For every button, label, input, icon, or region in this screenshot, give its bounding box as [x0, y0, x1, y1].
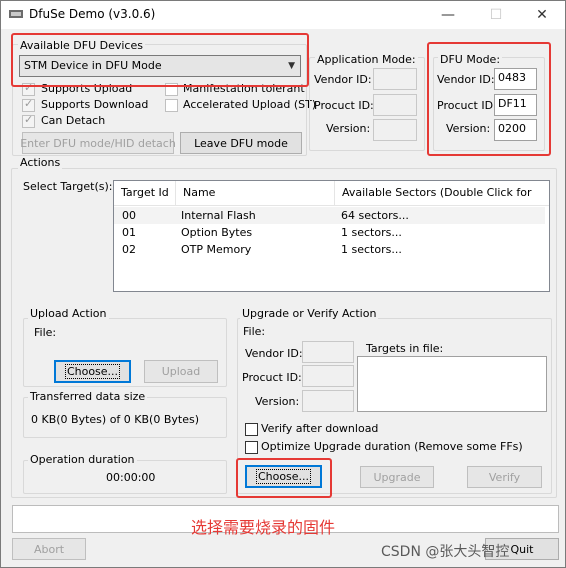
upgrade-vendor-id-label: Vendor ID: — [245, 347, 303, 360]
supports-upload-label: Supports Upload — [41, 82, 133, 95]
dfu-vendor-id-label: Vendor ID: — [437, 73, 495, 86]
upgrade-product-id-label: Procuct ID: — [242, 371, 302, 384]
supports-download-checkbox[interactable] — [22, 97, 35, 112]
application-mode-legend: Application Mode: — [315, 53, 418, 66]
accelerated-upload-label: Accelerated Upload (ST) — [183, 98, 317, 111]
device-select[interactable]: STM Device in DFU Mode ▼ — [19, 55, 301, 77]
upload-action-legend: Upload Action — [28, 307, 109, 320]
window-title: DfuSe Demo (v3.0.6) — [29, 7, 156, 21]
targets-list[interactable]: Target Id Name Available Sectors (Double… — [113, 180, 550, 292]
table-row[interactable]: 02 OTP Memory 1 sectors... — [114, 241, 545, 258]
actions-legend: Actions — [18, 156, 63, 169]
target-id-cell: 00 — [122, 209, 136, 222]
optimize-upgrade-label: Optimize Upgrade duration (Remove some F… — [261, 440, 523, 453]
upload-button[interactable]: Upload — [144, 360, 218, 383]
upgrade-version-label: Version: — [255, 395, 300, 408]
upload-file-label: File: — [34, 326, 57, 339]
dfu-product-id-field[interactable]: DF11 — [494, 94, 537, 116]
target-sectors-cell: 64 sectors... — [341, 209, 409, 222]
chevron-down-icon: ▼ — [288, 61, 295, 71]
operation-duration-legend: Operation duration — [28, 453, 137, 466]
target-sectors-cell: 1 sectors... — [341, 243, 402, 256]
abort-button[interactable]: Abort — [12, 538, 86, 560]
app-product-id-label: Procuct ID: — [314, 99, 374, 112]
target-id-cell: 01 — [122, 226, 136, 239]
table-row[interactable]: 00 Internal Flash 64 sectors... — [114, 207, 545, 224]
dfuse-window: DfuSe Demo (v3.0.6) — ☐ ✕ Available DFU … — [0, 0, 566, 568]
close-button[interactable]: ✕ — [519, 1, 565, 29]
app-vendor-id-label: Vendor ID: — [314, 73, 372, 86]
column-name[interactable]: Name — [176, 181, 335, 205]
device-select-value: STM Device in DFU Mode — [24, 59, 162, 72]
target-name-cell: Internal Flash — [181, 209, 256, 222]
verify-after-download-checkbox[interactable] — [245, 423, 258, 436]
upgrade-file-label: File: — [243, 325, 266, 338]
select-targets-label: Select Target(s): — [23, 180, 113, 193]
transferred-data-legend: Transferred data size — [28, 390, 148, 403]
optimize-upgrade-checkbox[interactable] — [245, 441, 258, 454]
upload-choose-label: Choose... — [64, 364, 121, 379]
app-vendor-id-field[interactable] — [373, 68, 417, 90]
can-detach-label: Can Detach — [41, 114, 106, 127]
accelerated-upload-checkbox[interactable] — [165, 99, 178, 112]
manifestation-tolerant-checkbox[interactable] — [165, 83, 178, 96]
target-id-cell: 02 — [122, 243, 136, 256]
manifestation-tolerant-label: Manifestation tolerant — [183, 82, 305, 95]
targets-in-file-list[interactable] — [357, 356, 547, 412]
annotation-text: 选择需要烧录的固件 — [191, 518, 336, 537]
dfu-mode-legend: DFU Mode: — [438, 53, 503, 66]
dfu-version-label: Version: — [446, 122, 491, 135]
upgrade-vendor-id-field[interactable] — [302, 341, 354, 363]
upgrade-button[interactable]: Upgrade — [360, 466, 434, 488]
column-target-id[interactable]: Target Id — [114, 181, 176, 205]
enter-dfu-mode-button[interactable]: Enter DFU mode/HID detach — [20, 132, 176, 154]
upgrade-choose-label: Choose... — [255, 469, 312, 484]
upgrade-choose-button[interactable]: Choose... — [245, 465, 322, 488]
target-name-cell: Option Bytes — [181, 226, 253, 239]
targets-list-header: Target Id Name Available Sectors (Double… — [114, 181, 549, 223]
watermark: CSDN @张大头智控 — [381, 544, 510, 560]
upgrade-verify-legend: Upgrade or Verify Action — [240, 307, 379, 320]
app-product-id-field[interactable] — [373, 94, 417, 116]
supports-download-label: Supports Download — [41, 98, 149, 111]
dfu-vendor-id-field[interactable]: 0483 — [494, 68, 537, 90]
leave-dfu-mode-button[interactable]: Leave DFU mode — [180, 132, 302, 154]
can-detach-checkbox[interactable] — [22, 113, 35, 128]
app-version-label: Version: — [326, 122, 371, 135]
maximize-button[interactable]: ☐ — [473, 1, 519, 29]
table-row[interactable]: 01 Option Bytes 1 sectors... — [114, 224, 545, 241]
supports-upload-checkbox[interactable] — [22, 81, 35, 96]
targets-in-file-label: Targets in file: — [366, 342, 444, 355]
app-version-field[interactable] — [373, 119, 417, 141]
dfu-version-field[interactable]: 0200 — [494, 119, 537, 141]
minimize-button[interactable]: — — [425, 1, 471, 29]
available-devices-legend: Available DFU Devices — [18, 39, 145, 52]
upgrade-version-field[interactable] — [302, 390, 354, 412]
verify-after-download-label: Verify after download — [261, 422, 379, 435]
upgrade-product-id-field[interactable] — [302, 365, 354, 387]
verify-button[interactable]: Verify — [467, 466, 542, 488]
dfu-product-id-label: Procuct ID: — [437, 99, 497, 112]
column-available-sectors[interactable]: Available Sectors (Double Click for more… — [335, 181, 549, 223]
upload-choose-button[interactable]: Choose... — [54, 360, 131, 383]
transferred-data-value: 0 KB(0 Bytes) of 0 KB(0 Bytes) — [31, 413, 199, 426]
app-icon — [9, 10, 23, 18]
target-sectors-cell: 1 sectors... — [341, 226, 402, 239]
target-name-cell: OTP Memory — [181, 243, 252, 256]
title-bar: DfuSe Demo (v3.0.6) — ☐ ✕ — [1, 1, 565, 29]
operation-duration-value: 00:00:00 — [106, 471, 156, 484]
